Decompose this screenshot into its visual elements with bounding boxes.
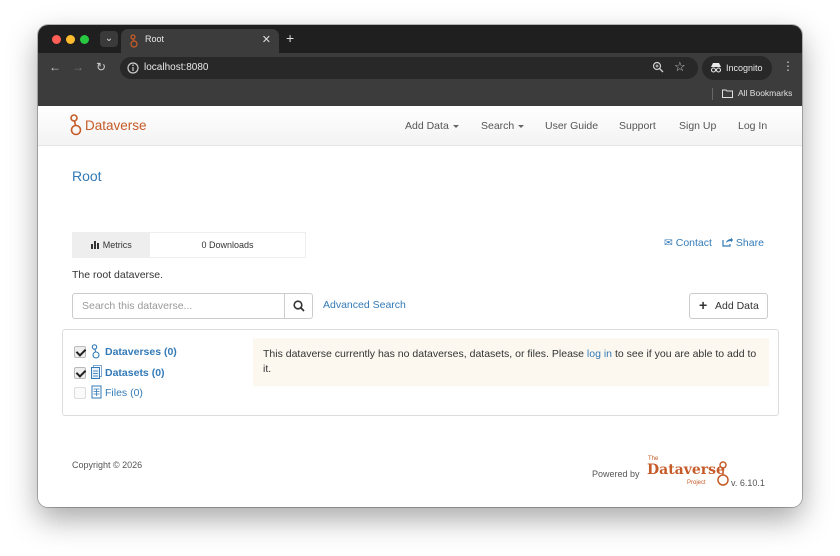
- incognito-badge[interactable]: Incognito: [702, 56, 772, 80]
- nav-log-in[interactable]: Log In: [738, 120, 767, 132]
- metrics-tab[interactable]: Metrics: [73, 233, 150, 257]
- add-data-label: Add Data: [715, 300, 759, 312]
- bookmarks-bar: All Bookmarks: [38, 83, 802, 106]
- search-button[interactable]: [284, 293, 313, 319]
- dataverse-icon: [91, 344, 100, 362]
- facet-label[interactable]: Datasets (0): [105, 367, 165, 379]
- chevron-down-icon: [518, 124, 525, 128]
- search-input[interactable]: [72, 293, 285, 319]
- notice-text-before: This dataverse currently has no datavers…: [263, 348, 587, 360]
- dataverse-project-logo[interactable]: The Dataverse Project: [644, 456, 734, 488]
- nav-user-guide[interactable]: User Guide: [545, 120, 598, 132]
- facet-label[interactable]: Dataverses (0): [105, 346, 177, 358]
- log-in-link[interactable]: log in: [587, 348, 612, 360]
- files-checkbox[interactable]: [74, 387, 86, 399]
- empty-notice: This dataverse currently has no datavers…: [253, 338, 769, 386]
- datasets-checkbox[interactable]: [74, 367, 86, 379]
- dataverse-description: The root dataverse.: [72, 269, 164, 281]
- nav-search[interactable]: Search: [481, 120, 525, 132]
- dataverse-logo-icon: [717, 461, 729, 486]
- bookmarks-divider: [712, 88, 713, 100]
- site-info-icon[interactable]: [126, 61, 140, 75]
- browser-toolbar: ← → ↻ localhost:8080 ☆ Incognito ⋮: [38, 53, 802, 83]
- nav-sign-up[interactable]: Sign Up: [679, 120, 716, 132]
- kebab-icon[interactable]: ⋮: [782, 59, 794, 73]
- minimize-window-button[interactable]: [66, 35, 75, 44]
- back-icon[interactable]: ←: [49, 60, 61, 74]
- close-icon[interactable]: ✕: [262, 33, 271, 46]
- metrics-tab-label: Metrics: [102, 240, 132, 250]
- incognito-icon: [710, 63, 722, 73]
- share-button[interactable]: Share: [722, 237, 764, 249]
- brand-name[interactable]: Dataverse: [85, 118, 147, 133]
- close-window-button[interactable]: [52, 35, 61, 44]
- tab-strip: ⌄ Root ✕ +: [38, 25, 802, 53]
- contact-label: Contact: [675, 237, 712, 249]
- envelope-icon: ✉: [664, 237, 673, 249]
- page-title[interactable]: Root: [72, 168, 102, 184]
- logo-name: Dataverse: [647, 462, 725, 478]
- maximize-window-button[interactable]: [80, 35, 89, 44]
- dataverses-checkbox[interactable]: [74, 346, 86, 358]
- dataverse-favicon-icon: [129, 34, 139, 51]
- add-data-button[interactable]: + Add Data: [689, 293, 768, 319]
- dataset-icon: [91, 365, 102, 382]
- browser-tab[interactable]: Root ✕: [121, 29, 279, 53]
- forward-icon[interactable]: →: [72, 60, 84, 74]
- reload-icon[interactable]: ↻: [96, 60, 106, 74]
- nav-support[interactable]: Support: [619, 120, 656, 132]
- file-icon: [91, 385, 102, 402]
- powered-by-text: Powered by: [592, 469, 640, 479]
- page-content: Dataverse Add Data Search User Guide Sup…: [38, 106, 802, 507]
- new-tab-icon[interactable]: +: [286, 30, 294, 46]
- bar-chart-icon: [91, 241, 100, 249]
- site-navbar: Dataverse Add Data Search User Guide Sup…: [38, 106, 802, 146]
- copyright-text: Copyright © 2026: [72, 460, 143, 470]
- plus-icon: +: [699, 297, 708, 313]
- logo-project: Project: [687, 480, 706, 486]
- zoom-icon[interactable]: [652, 61, 664, 76]
- results-panel: Dataverses (0) Datasets (0) Files (0) Th…: [62, 329, 779, 416]
- contact-button[interactable]: ✉ Contact: [664, 237, 712, 249]
- share-label: Share: [735, 237, 764, 249]
- url-text: localhost:8080: [144, 62, 209, 73]
- nav-search-label: Search: [481, 120, 515, 132]
- chevron-down-icon: [452, 124, 459, 128]
- folder-icon: [722, 89, 733, 101]
- tab-search-icon[interactable]: ⌄: [100, 31, 118, 47]
- advanced-search-link[interactable]: Advanced Search: [323, 299, 406, 311]
- all-bookmarks-link[interactable]: All Bookmarks: [738, 88, 792, 98]
- incognito-label: Incognito: [726, 63, 763, 73]
- search-icon: [293, 300, 305, 312]
- downloads-count: 0 Downloads: [201, 240, 254, 250]
- metrics-block: Metrics 0 Downloads: [72, 232, 306, 258]
- share-icon: [722, 237, 733, 247]
- browser-window: ⌄ Root ✕ + ← → ↻ localhost:8080 ☆ Incogn…: [38, 25, 802, 507]
- nav-add-data-label: Add Data: [405, 120, 449, 132]
- tab-title: Root: [145, 34, 165, 44]
- facet-label[interactable]: Files (0): [105, 387, 143, 399]
- nav-add-data[interactable]: Add Data: [405, 120, 459, 132]
- star-icon[interactable]: ☆: [674, 59, 686, 75]
- version-text: v. 6.10.1: [731, 478, 765, 488]
- dataverse-logo-icon[interactable]: [69, 114, 82, 139]
- address-bar[interactable]: localhost:8080 ☆: [120, 57, 698, 79]
